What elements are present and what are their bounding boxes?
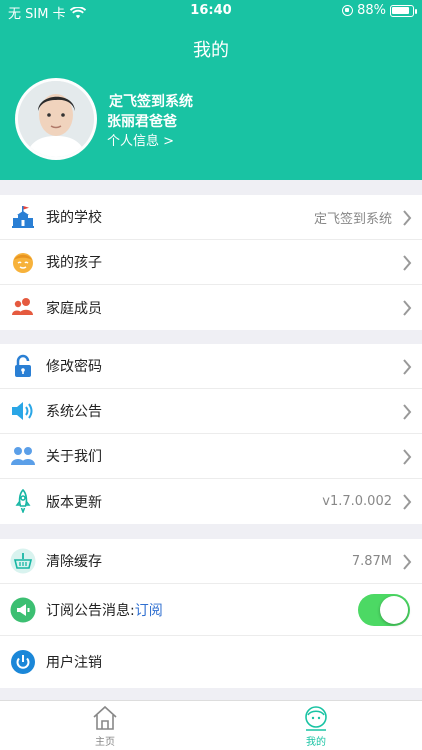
cache-size-value: 7.87M — [351, 553, 392, 569]
menu-item-label: 关于我们 — [46, 449, 102, 465]
subscribe-text: 订阅公告消息: — [46, 602, 135, 619]
menu-item-label: 家庭成员 — [46, 300, 102, 317]
chevron-right-icon — [403, 404, 412, 420]
people-icon — [10, 443, 36, 469]
tab-home-label: 主页 — [95, 737, 115, 748]
menu-group-1: 我的学校 定飞签到系统 我的孩子 家庭成员 — [0, 195, 422, 330]
profile-name: 张丽君爸爸 — [107, 114, 177, 130]
menu-item-system-announcement[interactable]: 系统公告 — [0, 389, 422, 434]
menu-item-label: 我的孩子 — [46, 255, 102, 271]
chevron-right-icon — [403, 554, 412, 570]
rocket-icon — [10, 488, 36, 514]
megaphone-icon — [10, 597, 36, 623]
menu-item-label: 版本更新 — [46, 494, 102, 511]
version-value: v1.7.0.002 — [322, 494, 392, 509]
chevron-right-icon — [403, 255, 412, 271]
basket-icon — [10, 548, 36, 574]
subscribe-label: 订阅公告消息:订阅 — [46, 600, 163, 620]
menu-item-label: 我的学校 — [46, 210, 102, 226]
profile-info: 定飞签到系统 张丽君爸爸 个人信息 > — [107, 92, 193, 152]
tab-bar: 主页 我的 — [0, 700, 422, 750]
status-bar: 无 SIM 卡 16:40 88% — [0, 0, 422, 22]
chevron-right-icon — [403, 300, 412, 316]
menu-item-clear-cache[interactable]: 清除缓存 7.87M — [0, 539, 422, 584]
child-icon — [10, 249, 36, 275]
menu-item-my-school[interactable]: 我的学校 定飞签到系统 — [0, 195, 422, 240]
tab-home[interactable]: 主页 — [75, 705, 135, 748]
avatar[interactable] — [15, 78, 97, 160]
tab-mine-label: 我的 — [306, 737, 326, 748]
page-title: 我的 — [193, 40, 229, 61]
menu-group-3: 清除缓存 7.87M 订阅公告消息:订阅 用户注销 — [0, 539, 422, 688]
chevron-right-icon — [403, 210, 412, 226]
home-icon — [93, 705, 117, 730]
menu-item-label: 清除缓存 — [46, 554, 102, 570]
tab-mine[interactable]: 我的 — [286, 705, 346, 748]
power-icon — [10, 649, 36, 675]
menu-item-my-child[interactable]: 我的孩子 — [0, 240, 422, 285]
menu-item-family-members[interactable]: 家庭成员 — [0, 285, 422, 330]
user-face-icon — [305, 706, 327, 731]
school-icon — [10, 204, 36, 230]
subscribe-link[interactable]: 订阅 — [135, 603, 163, 619]
personal-info-link[interactable]: 个人信息 > — [107, 132, 193, 152]
menu-item-label: 系统公告 — [46, 404, 102, 420]
menu-item-label: 修改密码 — [46, 359, 102, 375]
menu-item-label: 用户注销 — [46, 655, 102, 671]
menu-item-subscribe: 订阅公告消息:订阅 — [0, 584, 422, 636]
orientation-lock-icon — [342, 5, 354, 16]
chevron-right-icon — [403, 359, 412, 375]
menu-item-version-update[interactable]: 版本更新 v1.7.0.002 — [0, 479, 422, 524]
profile-school: 定飞签到系统 — [109, 94, 193, 110]
menu-item-change-password[interactable]: 修改密码 — [0, 344, 422, 389]
menu-item-logout[interactable]: 用户注销 — [0, 636, 422, 688]
menu-group-2: 修改密码 系统公告 关于我们 版本更新 v1.7.0.002 — [0, 344, 422, 524]
subscribe-toggle[interactable] — [358, 594, 410, 626]
menu-item-about-us[interactable]: 关于我们 — [0, 434, 422, 479]
battery-percent: 88% — [357, 3, 386, 18]
school-value: 定飞签到系统 — [313, 211, 392, 227]
chevron-right-icon — [403, 449, 412, 465]
chevron-right-icon — [403, 494, 412, 510]
profile-header: 无 SIM 卡 16:40 88% 我的 定飞签到系统 张丽君爸爸 个人信息 > — [0, 0, 422, 180]
lock-icon — [10, 353, 36, 379]
speaker-icon — [10, 398, 36, 424]
battery-icon — [390, 4, 417, 17]
family-icon — [10, 294, 36, 320]
toggle-knob — [380, 596, 408, 624]
